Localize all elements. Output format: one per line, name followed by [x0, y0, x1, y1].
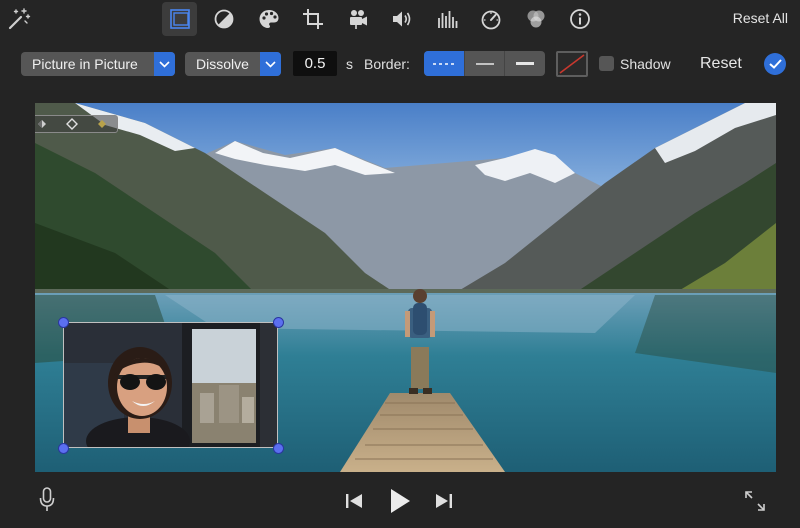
- transition-select[interactable]: Dissolve: [185, 52, 281, 76]
- overlay-style-value: Picture in Picture: [32, 56, 138, 72]
- magic-wand-icon[interactable]: [6, 6, 32, 32]
- border-label: Border:: [364, 56, 410, 72]
- adjustment-tools: [162, 2, 607, 36]
- color-palette-icon[interactable]: [251, 2, 286, 36]
- shadow-checkbox[interactable]: [599, 56, 614, 71]
- chevron-down-icon: [154, 52, 175, 76]
- next-keyframe-icon[interactable]: [87, 119, 117, 129]
- checkmark-icon: [768, 59, 782, 69]
- resize-handle-bottom-left[interactable]: [58, 443, 69, 454]
- volume-icon[interactable]: [385, 2, 420, 36]
- pip-clip-frame: [64, 323, 277, 447]
- reset-button[interactable]: Reset: [700, 55, 742, 73]
- play-icon[interactable]: [386, 486, 414, 516]
- add-keyframe-icon[interactable]: [57, 118, 87, 130]
- speed-gauge-icon[interactable]: [474, 2, 509, 36]
- microphone-icon[interactable]: [36, 486, 58, 514]
- duration-field[interactable]: 0.5: [293, 51, 337, 76]
- shadow-label: Shadow: [620, 56, 671, 72]
- info-icon[interactable]: [563, 2, 598, 36]
- border-dashed-option[interactable]: [424, 51, 465, 76]
- resize-handle-top-right[interactable]: [273, 317, 284, 328]
- keyframe-nav: [35, 115, 118, 133]
- playback-controls: [0, 472, 800, 528]
- clip-filter-icon[interactable]: [518, 2, 553, 36]
- border-thin-option[interactable]: [465, 51, 506, 76]
- reset-all-button[interactable]: Reset All: [733, 10, 788, 26]
- overlay-controls: Picture in Picture Dissolve 0.5 s Border…: [0, 38, 800, 90]
- border-style-segmented: [424, 51, 545, 76]
- border-color-well[interactable]: [556, 51, 588, 77]
- equalizer-icon[interactable]: [429, 2, 464, 36]
- apply-checkmark-button[interactable]: [764, 53, 786, 75]
- video-overlay-icon[interactable]: [162, 2, 197, 36]
- color-balance-icon[interactable]: [207, 2, 242, 36]
- picture-in-picture-overlay[interactable]: [63, 322, 278, 448]
- resize-handle-top-left[interactable]: [58, 317, 69, 328]
- fullscreen-icon[interactable]: [742, 488, 768, 514]
- crop-icon[interactable]: [296, 2, 331, 36]
- previous-keyframe-icon[interactable]: [35, 119, 57, 129]
- top-toolbar: Reset All: [0, 0, 800, 38]
- border-thick-option[interactable]: [505, 51, 545, 76]
- duration-unit: s: [346, 56, 353, 72]
- skip-forward-icon[interactable]: [433, 490, 455, 512]
- skip-back-icon[interactable]: [343, 490, 365, 512]
- overlay-style-select[interactable]: Picture in Picture: [21, 52, 175, 76]
- resize-handle-bottom-right[interactable]: [273, 443, 284, 454]
- chevron-down-icon: [260, 52, 281, 76]
- transition-value: Dissolve: [196, 56, 249, 72]
- stabilization-camera-icon[interactable]: [340, 2, 375, 36]
